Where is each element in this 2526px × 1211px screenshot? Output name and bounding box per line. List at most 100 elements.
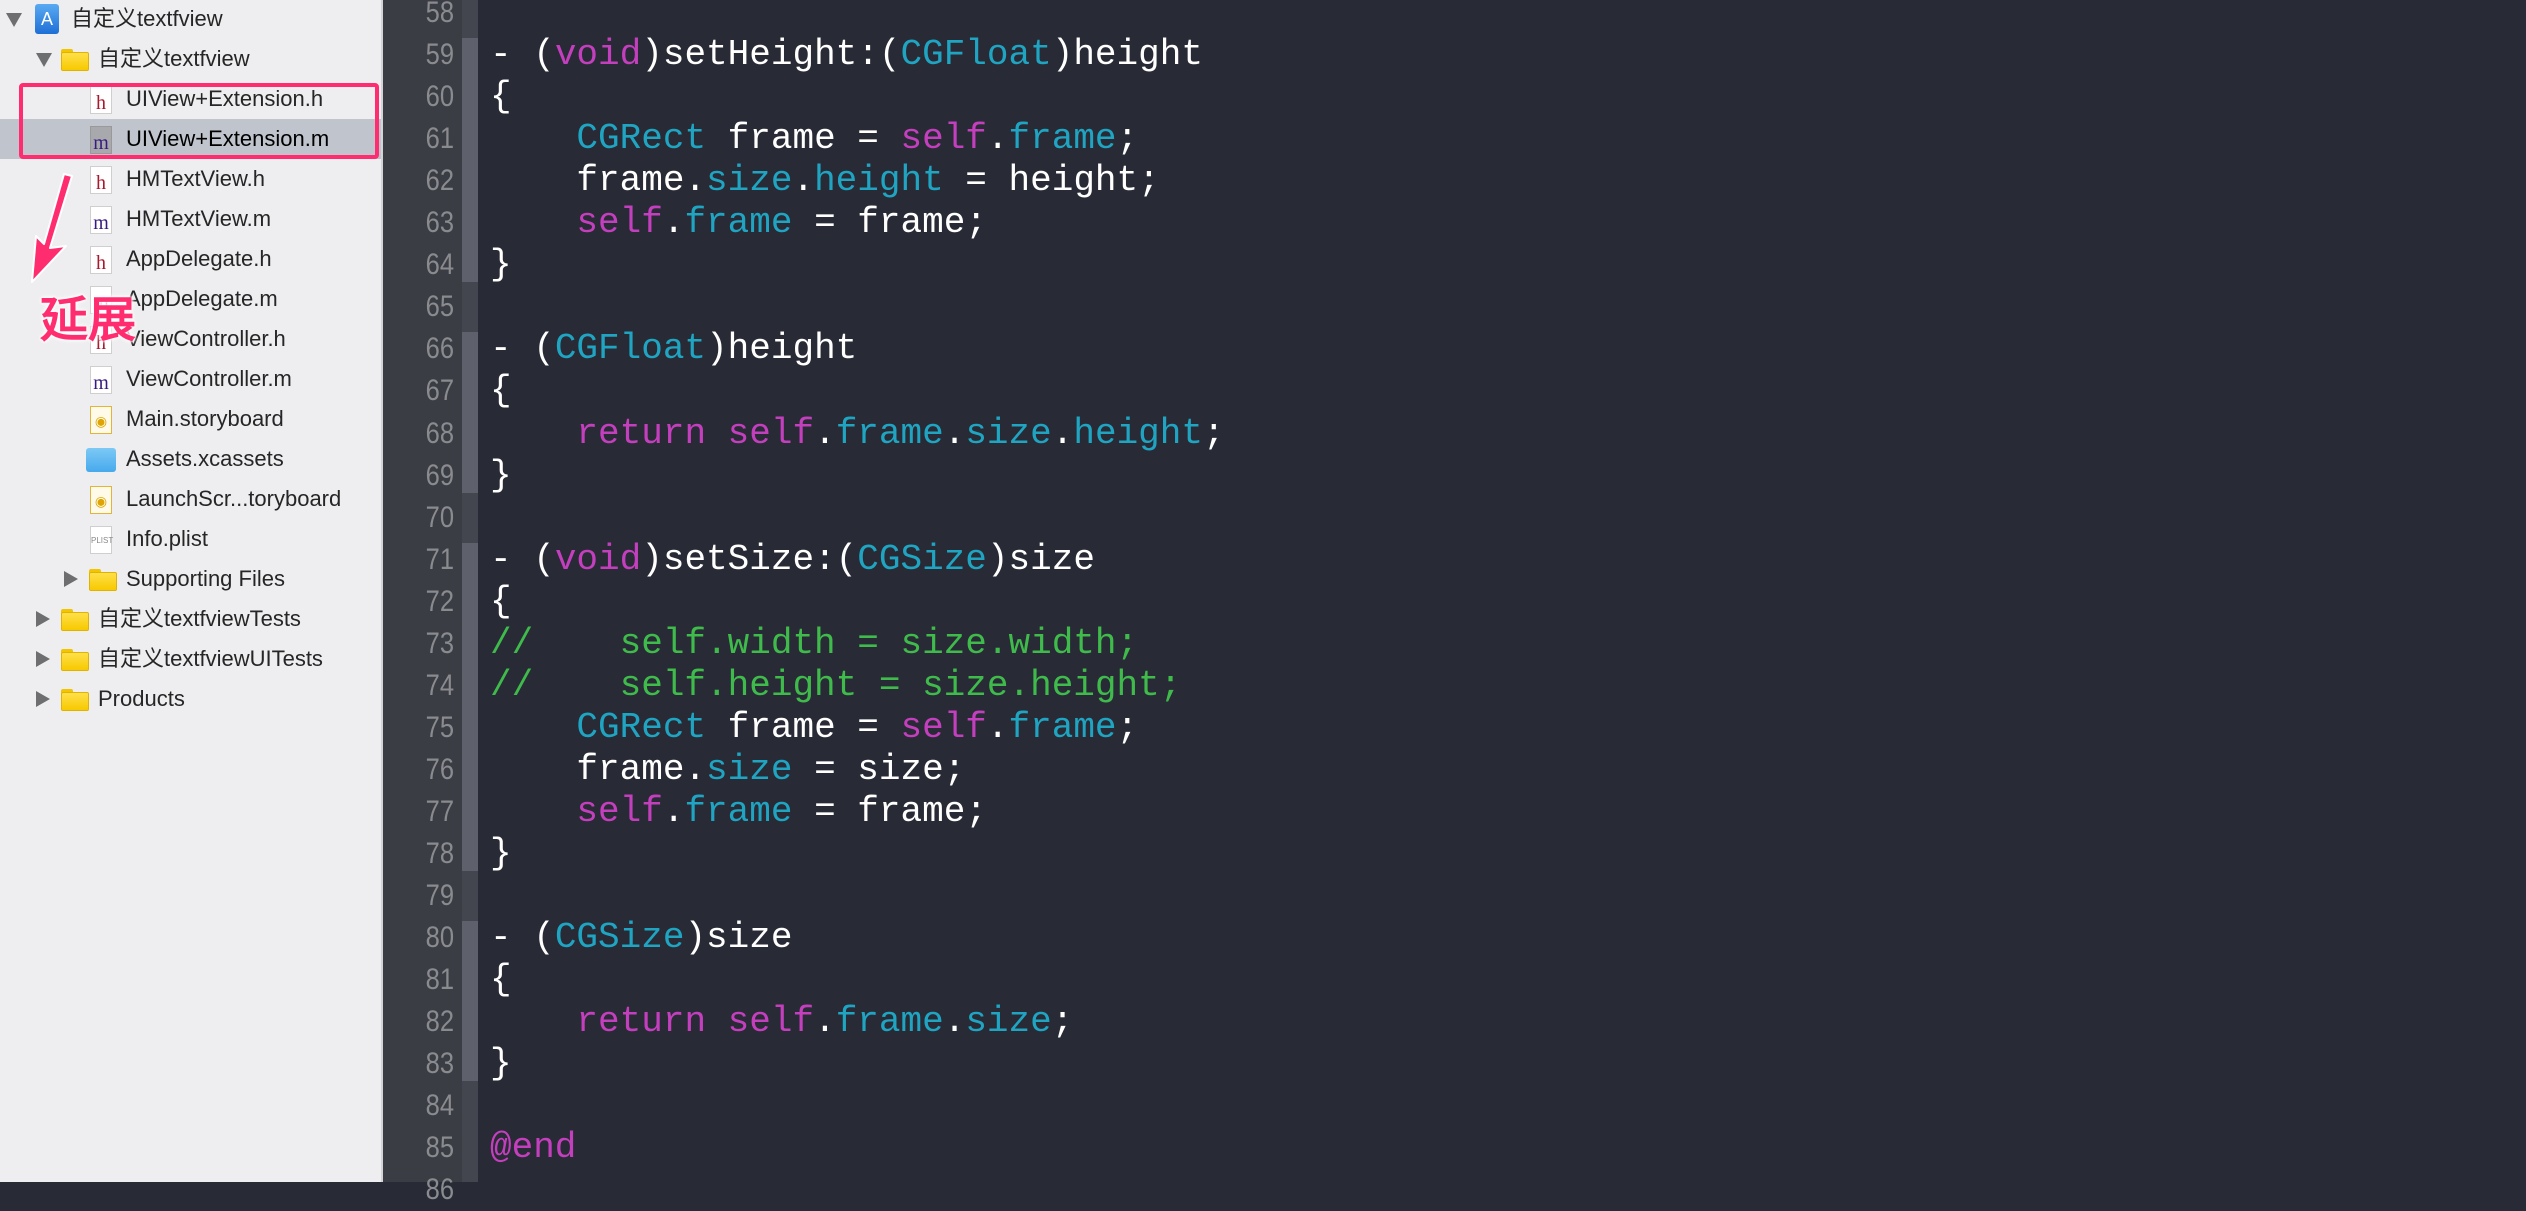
implementation-file-icon: m: [90, 126, 112, 154]
line-number: 61: [425, 122, 454, 156]
navigator-item[interactable]: ◉ Main.storyboard: [0, 399, 381, 439]
code-line[interactable]: {: [490, 370, 512, 412]
disclosure-closed-icon[interactable]: [36, 691, 50, 707]
navigator-item-label: Supporting Files: [126, 566, 285, 591]
line-number: 66: [425, 332, 454, 366]
plain-token: frame.: [490, 748, 707, 790]
code-line[interactable]: - (void)setSize:(CGSize)size: [490, 539, 1095, 581]
code-line[interactable]: frame.size = size;: [490, 749, 965, 791]
plain-token: ;: [1116, 706, 1139, 748]
navigator-item[interactable]: 自定义textfviewUITests: [0, 639, 381, 679]
header-file-icon: h: [90, 86, 112, 114]
plain-token: = height;: [943, 160, 1160, 202]
code-line[interactable]: CGRect frame = self.frame;: [490, 707, 1138, 749]
navigator-item-label: LaunchScr...toryboard: [126, 486, 342, 511]
line-number: 70: [425, 500, 454, 534]
plain-token: = size;: [792, 748, 966, 790]
plain-token: ;: [1202, 412, 1225, 454]
plain-token: frame =: [706, 706, 901, 748]
folder-icon: [61, 49, 89, 71]
plain-token: .: [986, 706, 1009, 748]
plain-token: .: [814, 1001, 836, 1043]
plain-token: .: [943, 412, 966, 454]
navigator-item[interactable]: 自定义textfview: [0, 39, 381, 79]
plain-token: .: [792, 160, 815, 202]
navigator-item[interactable]: h UIView+Extension.h: [0, 79, 381, 119]
navigator-item-label: UIView+Extension.m: [126, 126, 330, 151]
xcode-project-icon: A: [35, 4, 59, 34]
navigator-item-label: Main.storyboard: [126, 406, 284, 431]
keyword-token: self: [727, 412, 815, 454]
navigator-item[interactable]: Products: [0, 679, 381, 719]
navigator-item[interactable]: Supporting Files: [0, 559, 381, 599]
code-line[interactable]: @end: [490, 1127, 576, 1169]
fold-range-marker[interactable]: [462, 38, 478, 283]
line-number: 59: [425, 38, 454, 72]
navigator-item[interactable]: 自定义textfviewTests: [0, 599, 381, 639]
disclosure-closed-icon[interactable]: [64, 571, 78, 587]
code-line[interactable]: self.frame = frame;: [490, 791, 987, 833]
navigator-item-label: AppDelegate.h: [126, 246, 272, 271]
code-line[interactable]: - (CGSize)size: [490, 917, 792, 959]
navigator-item-label: Assets.xcassets: [126, 446, 284, 471]
source-editor[interactable]: - (void)setHeight:(CGFloat)height{ CGRec…: [478, 0, 2526, 1182]
navigator-item[interactable]: m ViewController.m: [0, 359, 381, 399]
code-line[interactable]: }: [490, 455, 512, 497]
code-folding-ribbon[interactable]: [462, 0, 478, 1182]
line-number: 62: [425, 164, 454, 198]
code-line[interactable]: - (CGFloat)height: [490, 328, 857, 370]
fold-range-marker[interactable]: [462, 332, 478, 493]
navigator-item-label: HMTextView.h: [126, 166, 265, 191]
line-number: 79: [425, 879, 454, 913]
code-line[interactable]: return self.frame.size;: [490, 1001, 1073, 1043]
disclosure-open-icon[interactable]: [6, 13, 22, 27]
arrow-down-left-icon: [31, 173, 73, 283]
type-token: frame: [1008, 706, 1117, 748]
plain-token: }: [490, 833, 512, 874]
navigator-item[interactable]: ◉ LaunchScr...toryboard: [0, 479, 381, 519]
code-line[interactable]: frame.size.height = height;: [490, 160, 1160, 202]
line-number: 80: [425, 921, 454, 955]
navigator-item-label: 自定义textfviewUITests: [98, 646, 323, 671]
type-token: frame: [684, 202, 793, 244]
line-number: 64: [425, 248, 454, 282]
code-line[interactable]: }: [490, 244, 512, 286]
keyword-token: void: [554, 538, 642, 580]
type-token: CGSize: [554, 917, 685, 959]
plain-token: ;: [1051, 1001, 1074, 1043]
line-number: 72: [425, 584, 454, 618]
fold-range-marker[interactable]: [462, 921, 478, 1082]
plain-token: frame =: [706, 118, 901, 160]
keyword-token: return: [576, 1001, 707, 1043]
line-number: 73: [425, 626, 454, 660]
code-line[interactable]: }: [490, 833, 512, 875]
line-number: 82: [425, 1005, 454, 1039]
fold-range-marker[interactable]: [462, 542, 478, 872]
code-line[interactable]: }: [490, 1043, 512, 1085]
disclosure-closed-icon[interactable]: [36, 611, 50, 627]
disclosure-closed-icon[interactable]: [36, 651, 50, 667]
code-line[interactable]: // self.width = size.width;: [490, 623, 1138, 665]
line-number: 63: [425, 206, 454, 240]
navigator-item-label: ViewController.m: [126, 366, 292, 391]
code-line[interactable]: // self.height = size.height;: [490, 665, 1181, 707]
code-line[interactable]: {: [490, 581, 512, 623]
type-token: size: [965, 1001, 1052, 1043]
navigator-item[interactable]: A 自定义textfview: [0, 0, 381, 39]
type-token: size: [706, 748, 793, 790]
plain-token: {: [490, 76, 512, 118]
code-line[interactable]: {: [490, 959, 512, 1001]
code-line[interactable]: CGRect frame = self.frame;: [490, 118, 1138, 160]
type-token: size: [706, 160, 793, 202]
code-line[interactable]: - (void)setHeight:(CGFloat)height: [490, 34, 1203, 76]
code-line[interactable]: return self.frame.size.height;: [490, 412, 1225, 455]
code-line[interactable]: self.frame = frame;: [490, 202, 987, 244]
navigator-item[interactable]: m UIView+Extension.m: [0, 119, 381, 159]
asset-catalog-icon: [86, 448, 116, 472]
code-line[interactable]: {: [490, 76, 512, 118]
disclosure-open-icon[interactable]: [36, 53, 52, 67]
navigator-item[interactable]: PLIST Info.plist: [0, 519, 381, 559]
navigator-item[interactable]: Assets.xcassets: [0, 439, 381, 479]
